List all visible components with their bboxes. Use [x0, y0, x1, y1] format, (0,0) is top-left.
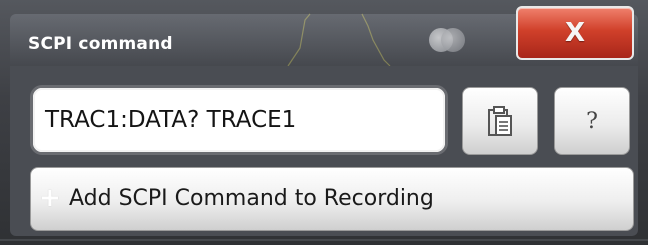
- scpi-command-input[interactable]: TRAC1:DATA? TRACE1: [30, 85, 448, 155]
- question-mark-icon: ?: [586, 108, 598, 134]
- scpi-command-value: TRAC1:DATA? TRACE1: [45, 107, 297, 133]
- help-button[interactable]: ?: [554, 87, 630, 155]
- add-button-label: Add SCPI Command to Recording: [69, 186, 434, 211]
- close-icon: X: [564, 18, 586, 48]
- add-scpi-command-to-recording-button[interactable]: + Add SCPI Command to Recording: [30, 167, 634, 231]
- plus-icon: +: [39, 183, 61, 213]
- status-lamp-icon: [429, 28, 467, 52]
- scpi-command-dialog: SCPI command X TRAC1:DATA? TRACE1 ? + Ad…: [0, 0, 648, 245]
- dialog-title: SCPI command: [28, 34, 173, 54]
- copy-to-clipboard-button[interactable]: [462, 87, 538, 155]
- close-button[interactable]: X: [516, 6, 634, 60]
- clipboard-icon: [488, 106, 512, 136]
